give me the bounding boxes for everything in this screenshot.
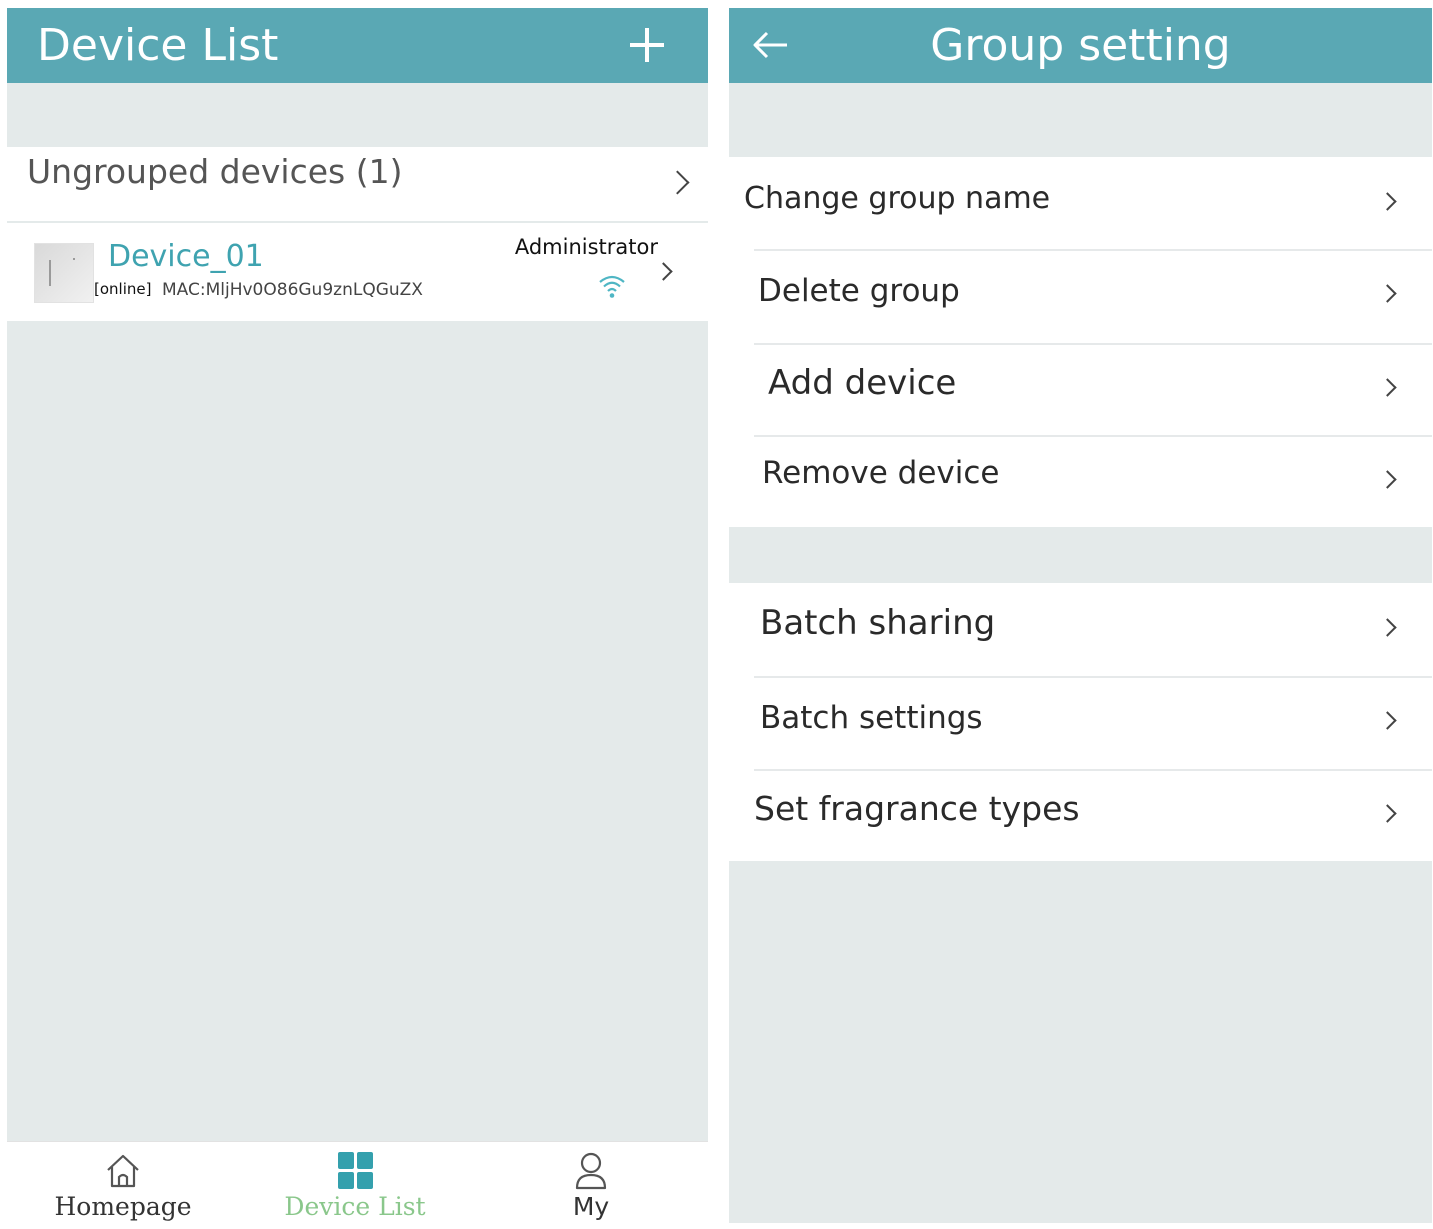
- chevron-right-icon: [665, 170, 690, 195]
- page-title: Device List: [37, 20, 279, 71]
- chevron-right-icon: [1378, 618, 1397, 637]
- page-title: Group setting: [930, 20, 1231, 71]
- chevron-right-icon: [1378, 804, 1397, 823]
- chevron-right-icon: [1378, 192, 1397, 211]
- wifi-icon: [599, 275, 625, 298]
- device-thumbnail: [34, 243, 94, 303]
- menu-group-primary: Change group name Delete group Add devic…: [729, 157, 1432, 527]
- menu-item-label: Add device: [768, 363, 957, 403]
- nav-label: My: [572, 1192, 610, 1221]
- chevron-right-icon: [1378, 284, 1397, 303]
- menu-item-label: Delete group: [758, 273, 960, 309]
- home-icon: [107, 1154, 139, 1188]
- group-label: Ungrouped devices (1): [27, 152, 403, 191]
- menu-group-secondary: Batch sharing Batch settings Set fragran…: [729, 583, 1432, 861]
- divider: [754, 435, 1432, 437]
- divider: [754, 769, 1432, 771]
- grid-icon: [338, 1152, 373, 1189]
- menu-item-change-group-name[interactable]: Change group name: [729, 157, 1432, 249]
- nav-label: Homepage: [54, 1192, 192, 1221]
- chevron-right-icon: [1378, 378, 1397, 397]
- divider: [754, 676, 1432, 678]
- header-bar: Device List: [7, 8, 708, 83]
- menu-item-label: Change group name: [744, 181, 1051, 216]
- divider: [754, 343, 1432, 345]
- device-list-screen: Device List Ungrouped devices (1) Device…: [7, 8, 708, 1223]
- device-mac: MAC:MljHv0O86Gu9znLQGuZX: [162, 280, 423, 300]
- menu-item-add-device[interactable]: Add device: [729, 343, 1432, 435]
- menu-item-label: Set fragrance types: [754, 789, 1080, 828]
- device-status: [online]: [94, 280, 152, 298]
- chevron-right-icon: [1378, 470, 1397, 489]
- nav-my[interactable]: My: [491, 1142, 691, 1223]
- menu-item-set-fragrance-types[interactable]: Set fragrance types: [729, 769, 1432, 861]
- group-ungrouped-devices[interactable]: Ungrouped devices (1): [7, 147, 708, 221]
- nav-homepage[interactable]: Homepage: [23, 1142, 223, 1223]
- device-role: Administrator: [514, 235, 658, 259]
- device-row[interactable]: Device_01 [online] MAC:MljHv0O86Gu9znLQG…: [7, 223, 708, 321]
- menu-item-label: Remove device: [762, 455, 1000, 491]
- add-icon[interactable]: [630, 28, 664, 62]
- divider: [754, 249, 1432, 251]
- chevron-right-icon: [1378, 711, 1397, 730]
- group-setting-screen: Group setting Change group name Delete g…: [729, 8, 1432, 1223]
- chevron-right-icon: [654, 262, 673, 281]
- menu-item-batch-settings[interactable]: Batch settings: [729, 676, 1432, 768]
- bottom-nav: Homepage Device List My: [7, 1141, 708, 1223]
- user-icon: [575, 1152, 607, 1190]
- menu-item-batch-sharing[interactable]: Batch sharing: [729, 583, 1432, 675]
- menu-item-delete-group[interactable]: Delete group: [729, 249, 1432, 341]
- header-bar: Group setting: [729, 8, 1432, 83]
- nav-label: Device List: [284, 1192, 426, 1221]
- menu-item-label: Batch sharing: [760, 603, 996, 643]
- device-name: Device_01: [108, 239, 264, 274]
- menu-item-remove-device[interactable]: Remove device: [729, 435, 1432, 527]
- nav-device-list[interactable]: Device List: [255, 1142, 455, 1223]
- menu-item-label: Batch settings: [760, 700, 983, 736]
